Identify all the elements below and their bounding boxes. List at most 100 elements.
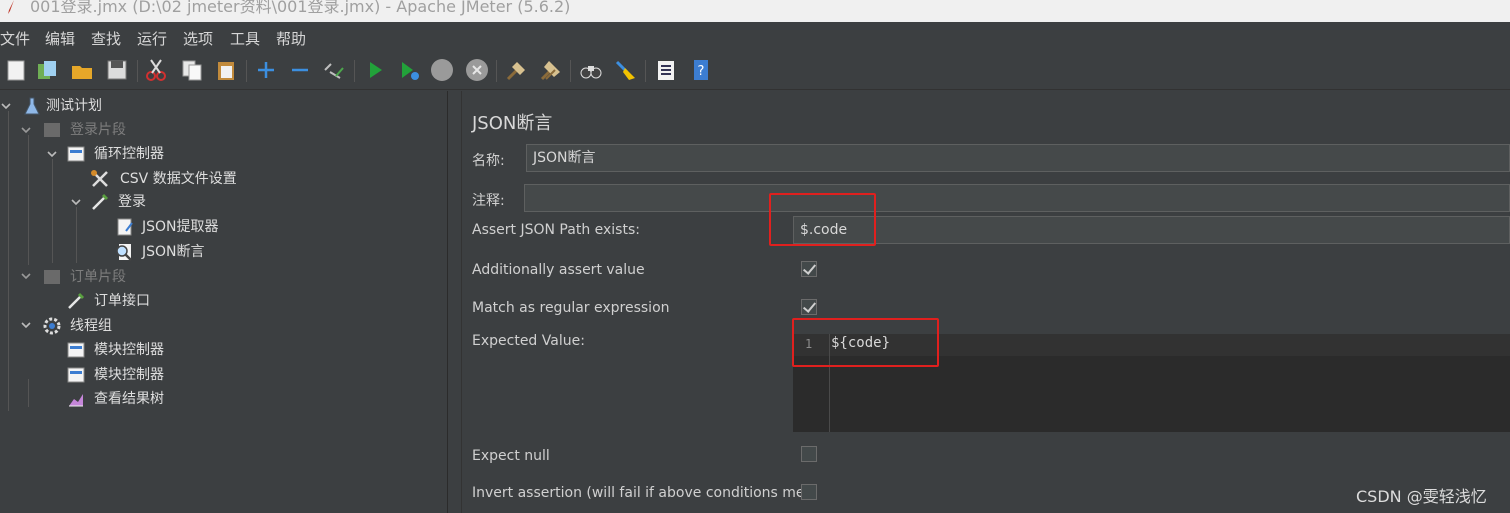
templates-icon[interactable] [35,58,59,82]
tree-node-label: 循环控制器 [94,146,164,162]
new-icon[interactable] [4,58,28,82]
comment-label: 注释: [472,193,505,209]
chart-icon [69,394,83,407]
expand-icon[interactable] [254,58,278,82]
toolbar-separator [137,60,138,82]
copy-icon[interactable] [180,58,204,82]
tree-node-test-plan[interactable]: 测试计划 [22,94,162,118]
invert-assertion-label: Invert assertion (will fail if above con… [472,485,816,501]
fragment-icon [44,123,60,137]
reset-search-icon[interactable] [613,58,637,82]
tree-node-label: 模块控制器 [94,367,164,383]
highlight-box-json-path [769,193,876,246]
controller-icon [67,342,85,358]
menu-run[interactable]: 运行 [137,28,167,49]
magnifier-icon [116,244,132,261]
tree-node-label: JSON提取器 [142,219,219,235]
tree-node-json-assertion[interactable]: JSON断言 [114,240,264,264]
highlight-box-expected-value [792,318,939,367]
document-icon [117,218,133,236]
menu-edit[interactable]: 编辑 [45,28,75,49]
search-icon[interactable] [579,58,603,82]
tree-node-label: CSV 数据文件设置 [120,171,237,187]
regex-label: Match as regular expression [472,300,670,316]
chevron-down-icon[interactable] [46,148,58,160]
pipette-icon [92,193,109,210]
collapse-icon[interactable] [288,58,312,82]
fragment-icon [44,270,60,284]
chevron-down-icon[interactable] [20,270,32,282]
clear-all-icon[interactable] [539,58,563,82]
pipette-icon [68,292,85,309]
tree-node-thread-group[interactable]: 线程组 [42,314,162,338]
expect-null-checkbox[interactable] [801,446,817,462]
toolbar-separator [645,60,646,82]
chevron-down-icon[interactable] [70,196,82,208]
tree-node-order-fragment[interactable]: 订单片段 [42,265,182,289]
stop-icon[interactable] [430,58,454,82]
additionally-assert-checkbox[interactable] [801,261,817,277]
additionally-assert-label: Additionally assert value [472,262,645,278]
window-title-bar: 001登录.jmx (D:\02 jmeter资料\001登录.jmx) - A… [0,0,1510,22]
toolbar: ? [0,52,1510,90]
tree-node-label: 查看结果树 [94,391,164,407]
panel-splitter[interactable] [448,91,462,513]
chevron-down-icon[interactable] [0,100,12,112]
help-icon[interactable]: ? [689,58,713,82]
chevron-down-icon[interactable] [20,124,32,136]
tree-guide-line [28,135,29,265]
json-assertion-panel: JSON断言 名称: JSON断言 注释: Assert JSON Path e… [462,91,1510,513]
tree-node-label: 测试计划 [46,98,102,114]
json-path-field[interactable]: $.code [793,216,1510,244]
tree-node-view-results-tree[interactable]: 查看结果树 [66,387,206,411]
shutdown-icon[interactable] [465,58,489,82]
tree-node-login-fragment[interactable]: 登录片段 [42,118,182,142]
expect-null-label: Expect null [472,448,550,464]
tree-node-json-extractor[interactable]: JSON提取器 [114,215,264,239]
comment-field[interactable] [524,184,1510,212]
tree-node-order-api[interactable]: 订单接口 [66,289,206,313]
menu-options[interactable]: 选项 [183,28,213,49]
test-plan-tree: 测试计划 登录片段 循环控制器 CSV 数据文件设置 登录 JSON提取器 JS… [0,91,448,513]
save-icon[interactable] [105,58,129,82]
tree-node-loop-controller[interactable]: 循环控制器 [66,142,226,166]
tree-node-module-controller-1[interactable]: 模块控制器 [66,338,206,362]
toolbar-separator [496,60,497,82]
toggle-icon[interactable] [322,58,346,82]
invert-assertion-checkbox[interactable] [801,484,817,500]
tree-node-label: 线程组 [70,318,112,334]
function-helper-icon[interactable] [654,58,678,82]
tools-icon [91,170,108,187]
start-icon[interactable] [363,58,387,82]
start-no-pause-icon[interactable] [397,58,421,82]
menu-help[interactable]: 帮助 [276,28,306,49]
menu-file[interactable]: 文件 [0,28,30,49]
toolbar-separator [570,60,571,82]
regex-checkbox[interactable] [801,299,817,315]
tree-node-login-sampler[interactable]: 登录 [90,190,210,214]
paste-icon[interactable] [214,58,238,82]
chevron-down-icon[interactable] [20,319,32,331]
name-field[interactable]: JSON断言 [526,144,1510,172]
watermark: CSDN @雯轻浅忆 [1356,487,1487,506]
open-icon[interactable] [70,58,94,82]
menu-search[interactable]: 查找 [91,28,121,49]
svg-text:?: ? [698,64,705,79]
controller-icon [67,367,85,383]
tree-node-label: 订单接口 [94,293,150,309]
tree-node-label: JSON断言 [142,244,205,260]
menu-tools[interactable]: 工具 [230,28,260,49]
toolbar-separator [246,60,247,82]
cut-icon[interactable] [144,58,168,82]
name-label: 名称: [472,153,505,169]
window-title: 001登录.jmx (D:\02 jmeter资料\001登录.jmx) - A… [30,0,571,16]
flask-icon [24,97,40,115]
tree-guide-line [8,111,9,411]
tree-node-module-controller-2[interactable]: 模块控制器 [66,363,206,387]
tree-node-label: 登录片段 [70,122,126,138]
tree-node-label: 登录 [118,194,146,210]
clear-icon[interactable] [505,58,529,82]
toolbar-separator [354,60,355,82]
tree-node-label: 订单片段 [70,269,126,285]
tree-node-csv-data-set[interactable]: CSV 数据文件设置 [90,167,290,191]
